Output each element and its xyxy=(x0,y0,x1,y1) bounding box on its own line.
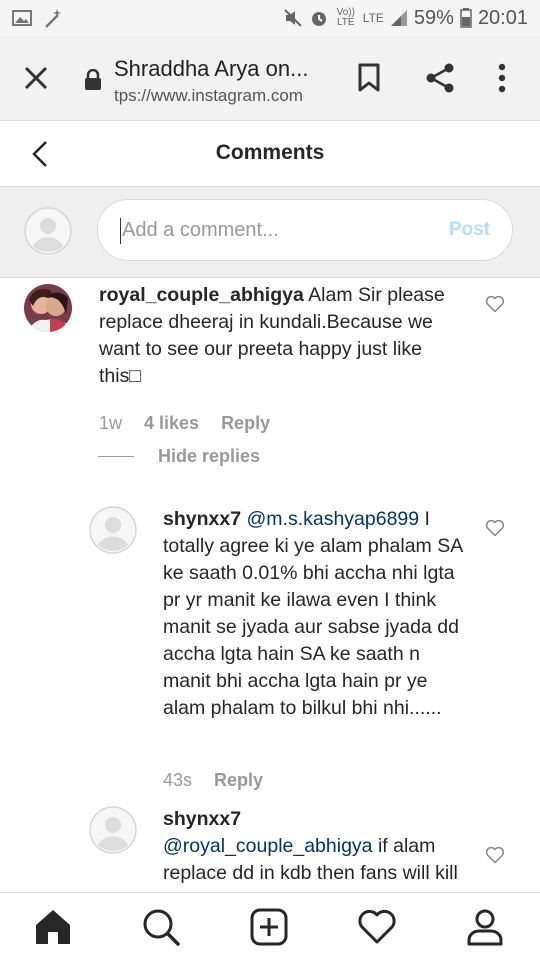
hide-replies-label: Hide replies xyxy=(158,446,261,466)
bottom-navigation xyxy=(0,892,540,961)
comment-list[interactable]: royal_couple_abhigya Alam Sir please rep… xyxy=(0,278,540,892)
more-vertical-icon[interactable] xyxy=(496,62,508,94)
heart-outline-icon[interactable] xyxy=(485,295,505,313)
comment-input-placeholder: Add a comment... xyxy=(122,219,279,241)
reply-button[interactable]: Reply xyxy=(214,770,263,791)
profile-icon[interactable] xyxy=(465,907,505,947)
comment-likes[interactable]: 4 likes xyxy=(144,413,199,434)
clock: 20:01 xyxy=(477,6,528,29)
comment-item: royal_couple_abhigya Alam Sir please rep… xyxy=(0,278,540,478)
lock-icon xyxy=(85,69,101,90)
browser-toolbar: Shraddha Arya on... tps://www.instagram.… xyxy=(0,36,540,121)
avatar[interactable] xyxy=(89,806,137,854)
mention-link[interactable]: @royal_couple_abhigya xyxy=(163,835,373,857)
page-title: Shraddha Arya on... xyxy=(114,56,309,81)
text-caret xyxy=(120,218,121,244)
reply-body: I totally agree ki ye alam phalam SA ke … xyxy=(163,508,463,719)
reply-item: shynxx7 @m.s.kashyap6899 I totally agree… xyxy=(0,504,540,804)
mention-link[interactable]: @m.s.kashyap6899 xyxy=(246,508,419,530)
magic-wand-icon xyxy=(45,9,61,28)
comment-time: 1w xyxy=(99,413,123,433)
mute-icon xyxy=(284,9,302,27)
avatar[interactable] xyxy=(89,506,137,554)
page-url[interactable]: tps://www.instagram.com xyxy=(114,86,303,106)
comments-header: Comments xyxy=(0,121,540,187)
heart-icon[interactable] xyxy=(357,907,397,947)
battery-percent: 59% xyxy=(413,6,454,29)
reply-meta: 43s Reply xyxy=(163,770,263,791)
close-icon[interactable] xyxy=(22,64,50,92)
comment-username[interactable]: royal_couple_abhigya xyxy=(99,284,304,306)
comments-title: Comments xyxy=(215,141,325,164)
post-button[interactable]: Post xyxy=(449,219,490,241)
search-icon[interactable] xyxy=(141,907,181,947)
reply-time: 43s xyxy=(163,770,193,790)
divider xyxy=(98,456,134,457)
comment-meta: 1w 4 likes Reply xyxy=(99,413,270,434)
add-post-icon[interactable] xyxy=(249,907,289,947)
comment-text: royal_couple_abhigya Alam Sir please rep… xyxy=(99,282,469,390)
alarm-icon xyxy=(311,12,326,26)
status-bar: Vo)) LTE LTE 59% 20:01 xyxy=(0,0,540,36)
comment-input[interactable]: Add a comment... Post xyxy=(97,199,513,261)
battery-icon xyxy=(460,8,472,28)
heart-outline-icon[interactable] xyxy=(485,846,505,864)
heart-outline-icon[interactable] xyxy=(485,519,505,537)
reply-item: shynxx7 @royal_couple_abhigya if alam re… xyxy=(0,806,540,892)
hide-replies-button[interactable]: Hide replies xyxy=(98,446,260,467)
volte-indicator: Vo)) LTE xyxy=(336,7,355,28)
avatar[interactable] xyxy=(24,284,72,332)
reply-username[interactable]: shynxx7 xyxy=(163,508,241,530)
avatar-photo xyxy=(24,284,72,332)
signal-icon xyxy=(390,10,407,26)
reply-text: shynxx7 @m.s.kashyap6899 I totally agree… xyxy=(163,506,463,722)
home-icon[interactable] xyxy=(33,907,73,947)
reply-text: shynxx7 @royal_couple_abhigya if alam re… xyxy=(163,806,463,892)
share-icon[interactable] xyxy=(424,62,456,94)
current-user-avatar xyxy=(24,207,72,255)
reply-username[interactable]: shynxx7 xyxy=(163,808,241,830)
add-comment-bar: Add a comment... Post xyxy=(0,187,540,278)
bookmark-icon[interactable] xyxy=(356,62,382,94)
lte-indicator: LTE xyxy=(362,11,384,25)
gallery-icon xyxy=(12,10,32,26)
reply-button[interactable]: Reply xyxy=(221,413,270,434)
